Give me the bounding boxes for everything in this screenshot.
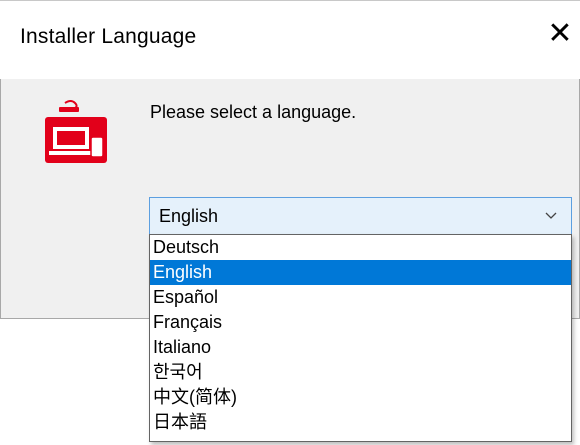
language-option-korean[interactable]: 한국어	[150, 360, 571, 385]
icon-keyboard	[49, 151, 93, 155]
icon-screen-inner	[57, 131, 85, 145]
language-option-espanol[interactable]: Español	[150, 285, 571, 310]
close-icon[interactable]: ✕	[545, 19, 575, 49]
language-option-english[interactable]: English	[150, 260, 571, 285]
prompt-text: Please select a language.	[150, 102, 357, 122]
language-select[interactable]: English	[149, 197, 572, 235]
window-title: Installer Language	[20, 25, 197, 48]
language-option-japanese[interactable]: 日本語	[150, 410, 571, 435]
icon-device	[90, 136, 104, 158]
language-option-francais[interactable]: Français	[150, 310, 571, 335]
logo-bar	[59, 107, 79, 112]
leica-installer-icon	[45, 100, 107, 163]
language-dropdown-list: Deutsch English Español Français Italian…	[149, 234, 572, 442]
language-option-deutsch[interactable]: Deutsch	[150, 235, 571, 260]
language-option-italiano[interactable]: Italiano	[150, 335, 571, 360]
selected-language: English	[159, 206, 219, 226]
chevron-down-icon	[545, 212, 557, 219]
title-bar: Installer Language ✕	[0, 1, 580, 79]
language-option-chinese-simplified[interactable]: 中文(简体)	[150, 385, 571, 410]
